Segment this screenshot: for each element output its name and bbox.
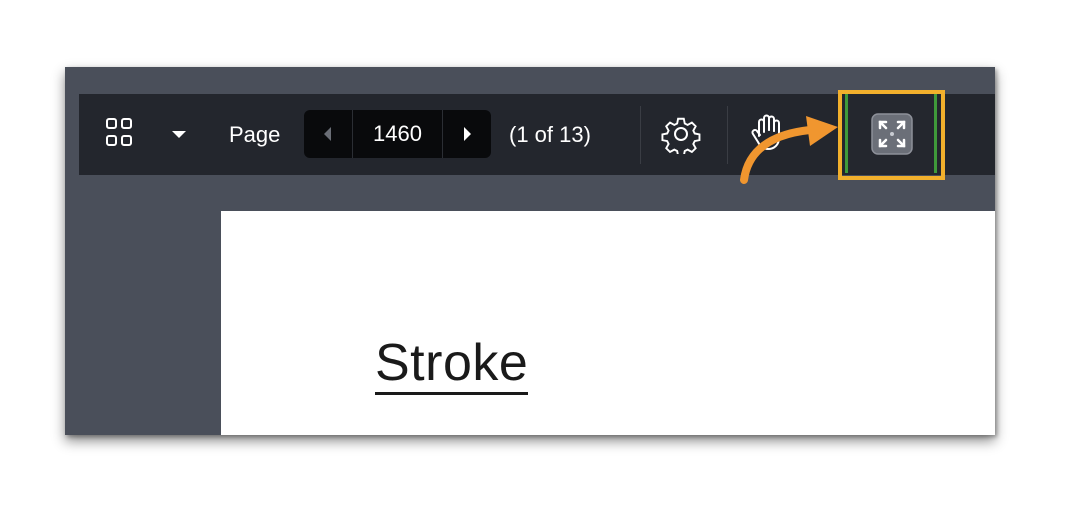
pointer-arrow-icon: [740, 116, 838, 184]
document-page: Stroke: [221, 211, 995, 435]
gear-icon[interactable]: [661, 114, 701, 154]
page-count-label: (1 of 13): [509, 122, 591, 147]
caret-down-icon[interactable]: [171, 124, 187, 144]
next-page-button[interactable]: [442, 110, 491, 158]
page-navigator: 1460: [304, 110, 491, 158]
toolbar-divider: [727, 106, 728, 164]
toolbar-divider: [640, 106, 641, 164]
page-number-input[interactable]: 1460: [353, 110, 442, 158]
page-label: Page: [229, 122, 281, 147]
previous-page-button[interactable]: [304, 110, 353, 158]
grid-view-icon[interactable]: [104, 114, 134, 154]
highlight-box: [838, 90, 945, 180]
document-heading: Stroke: [375, 334, 529, 395]
